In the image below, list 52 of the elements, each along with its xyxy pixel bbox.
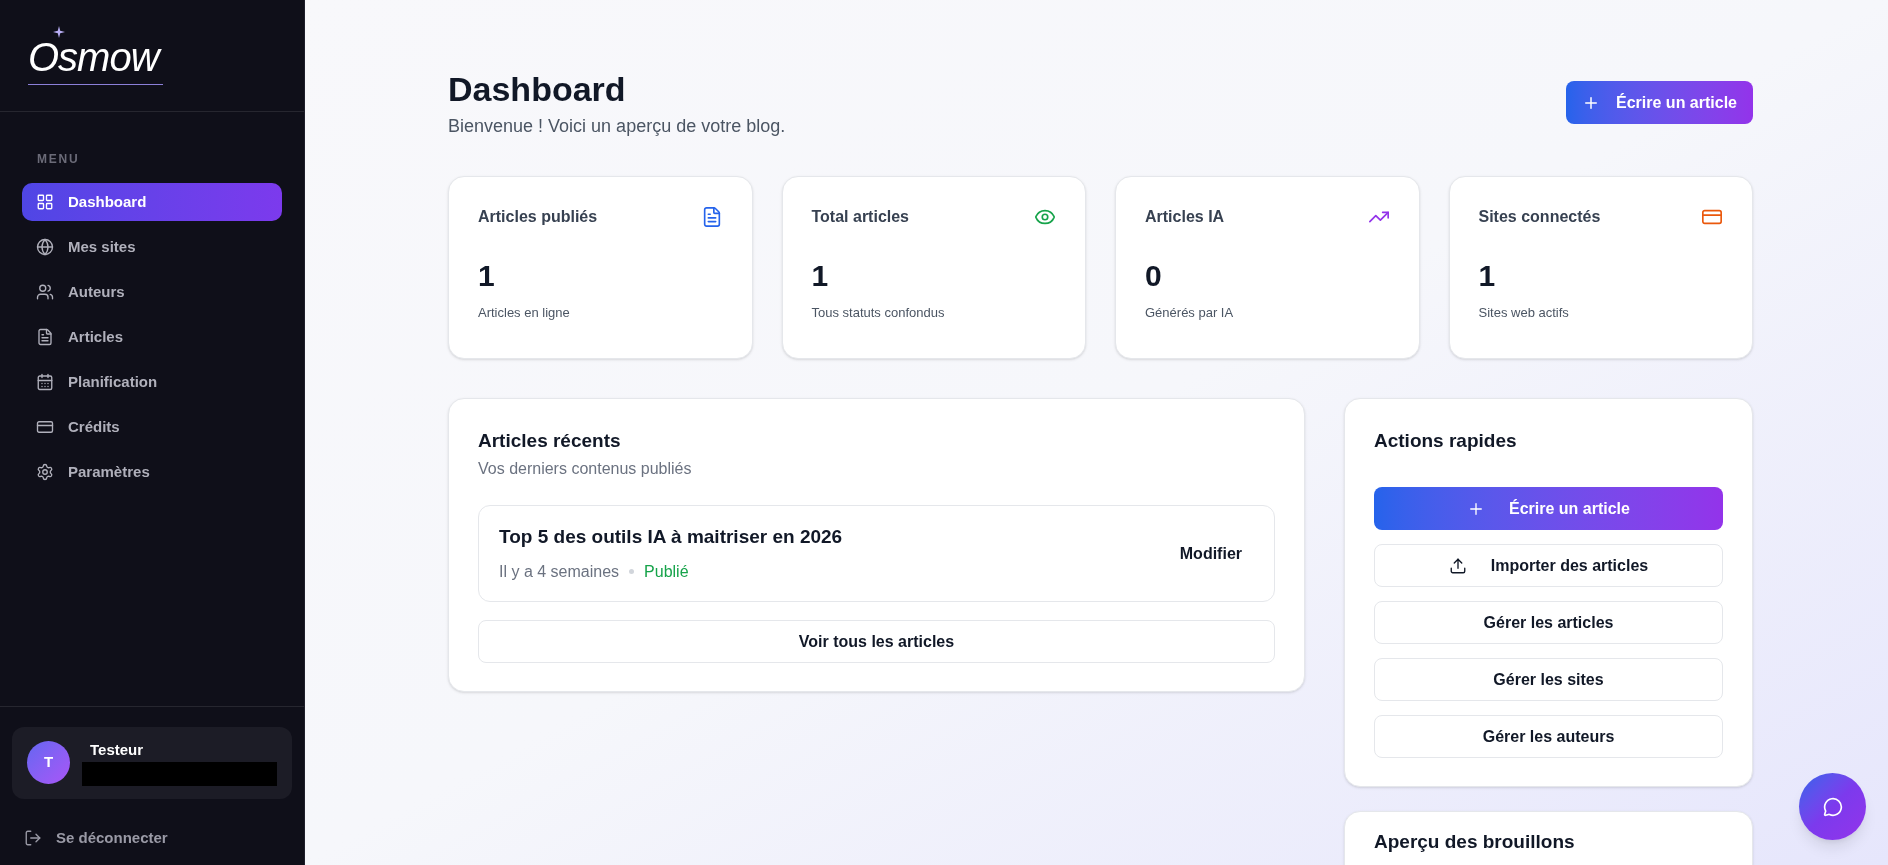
avatar: T — [27, 741, 70, 784]
action-button[interactable]: Écrire un article — [1374, 487, 1723, 530]
sidebar-item[interactable]: Crédits — [22, 408, 282, 446]
sidebar-item[interactable]: Dashboard — [22, 183, 282, 221]
page-title: Dashboard — [448, 69, 627, 110]
logout-button[interactable]: Se déconnecter — [24, 826, 168, 849]
stat-caption: Articles en ligne — [478, 303, 571, 322]
chat-icon — [1822, 796, 1843, 817]
document-icon — [36, 328, 54, 346]
action-button[interactable]: Gérer les articles — [1374, 601, 1723, 644]
stat-value: 1 — [811, 260, 830, 291]
stat-title: Articles publiés — [478, 206, 598, 227]
calendar-icon — [36, 373, 54, 391]
grid-icon — [36, 193, 54, 211]
card-title: Articles récents — [478, 428, 622, 453]
action-button[interactable]: Importer des articles — [1374, 544, 1723, 587]
upload-icon — [1448, 556, 1467, 575]
sidebar-item[interactable]: Auteurs — [22, 273, 282, 311]
logout-icon — [24, 828, 42, 847]
stat-value: 1 — [1478, 260, 1497, 291]
card-title: Aperçu des brouillons — [1374, 830, 1576, 854]
action-button[interactable]: Gérer les auteurs — [1374, 715, 1723, 758]
status-text: Publié — [644, 561, 689, 582]
article-title: Top 5 des outils IA à maitriser en 2026 — [499, 525, 843, 550]
stat-caption: Sites web actifs — [1478, 303, 1570, 322]
settings-icon — [36, 463, 54, 481]
edit-button[interactable]: Modifier — [1167, 535, 1254, 572]
logo: Osmow — [28, 26, 163, 85]
stat-value: 0 — [1145, 260, 1163, 291]
card-icon — [36, 418, 54, 436]
sidebar-item[interactable]: Paramètres — [22, 453, 282, 491]
stat-value: 1 — [478, 260, 496, 291]
article-date: Il y a 4 semaines — [499, 561, 620, 582]
stat-caption: Tous statuts confondus — [811, 303, 946, 322]
sidebar-item[interactable]: Articles — [22, 318, 282, 356]
stat-caption: Générés par IA — [1145, 303, 1235, 322]
section-label: MENU — [37, 151, 80, 168]
page-subtitle: Bienvenue ! Voici un aperçu de votre blog. — [448, 114, 786, 138]
card-subtitle: Vos derniers contenus publiés — [478, 459, 693, 479]
sidebar-item[interactable]: Mes sites — [22, 228, 282, 266]
user-name: Testeur — [90, 740, 145, 761]
view-all-button[interactable]: Voir tous les articles — [478, 620, 1275, 663]
stat-title: Sites connectés — [1478, 206, 1601, 227]
chat-button[interactable] — [1799, 773, 1866, 840]
stat-title: Articles IA — [1145, 206, 1225, 227]
sidebar-item[interactable]: Planification — [22, 363, 282, 401]
card-title: Actions rapides — [1374, 428, 1518, 453]
users-icon — [36, 283, 54, 301]
action-button[interactable]: Gérer les sites — [1374, 658, 1723, 701]
stat-title: Total articles — [811, 206, 909, 227]
write-article-button[interactable]: Écrire un article — [1566, 81, 1753, 124]
globe-icon — [36, 238, 54, 256]
